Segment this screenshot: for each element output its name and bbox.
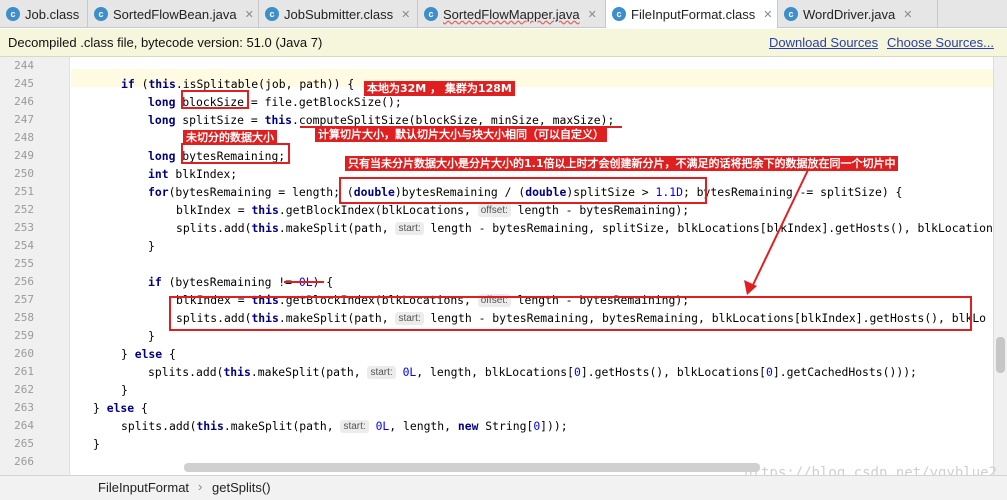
tab-worddriver[interactable]: c WordDriver.java ✕ (778, 0, 938, 28)
tab-label: SortedFlowBean.java (113, 6, 237, 22)
annotation-arrow (744, 169, 809, 295)
tab-label: SortedFlowMapper.java (443, 6, 580, 22)
tab-fileinputformat[interactable]: c FileInputFormat.class ✕ (606, 0, 778, 28)
tab-label: JobSubmitter.class (284, 6, 394, 22)
class-icon: c (6, 7, 20, 21)
tab-label: FileInputFormat.class (631, 6, 756, 22)
choose-sources-link[interactable]: Choose Sources... (887, 35, 994, 50)
close-icon[interactable]: ✕ (245, 8, 254, 21)
tab-sortedflowbean[interactable]: c SortedFlowBean.java ✕ (88, 0, 259, 28)
class-icon: c (265, 7, 279, 21)
tab-jobsubmitter[interactable]: c JobSubmitter.class ✕ (259, 0, 418, 28)
tab-label: Job.class (25, 6, 80, 22)
class-icon: c (94, 7, 108, 21)
vertical-scrollbar[interactable] (993, 57, 1007, 475)
decompiled-info-bar: Decompiled .class file, bytecode version… (0, 29, 1007, 57)
close-icon[interactable]: ✕ (903, 8, 912, 21)
tab-sortedflowmapper[interactable]: c SortedFlowMapper.java ✕ (418, 0, 606, 28)
download-sources-link[interactable]: Download Sources (769, 35, 878, 50)
editor-tab-bar: c Job.class ✕ c SortedFlowBean.java ✕ c … (0, 0, 1007, 28)
close-icon[interactable]: ✕ (401, 8, 410, 21)
breadcrumb-class[interactable]: FileInputFormat (98, 480, 189, 495)
chevron-right-icon: › (198, 479, 203, 494)
tab-label: WordDriver.java (803, 6, 896, 22)
class-icon: c (784, 7, 798, 21)
horizontal-scroll-thumb[interactable] (184, 463, 760, 472)
breadcrumb-method[interactable]: getSplits() (212, 480, 271, 495)
close-icon[interactable]: ✕ (763, 8, 772, 21)
decompiled-message: Decompiled .class file, bytecode version… (8, 35, 323, 50)
close-icon[interactable]: ✕ (588, 8, 597, 21)
tab-job-class[interactable]: c Job.class ✕ (0, 0, 88, 28)
class-icon: c (424, 7, 438, 21)
breadcrumb: FileInputFormat › getSplits() (0, 475, 1007, 500)
vertical-scroll-thumb[interactable] (996, 337, 1005, 373)
code-editor[interactable]: 244 245 246 247 248 249 250 251 252 253 … (0, 57, 1007, 475)
class-icon: c (612, 7, 626, 21)
